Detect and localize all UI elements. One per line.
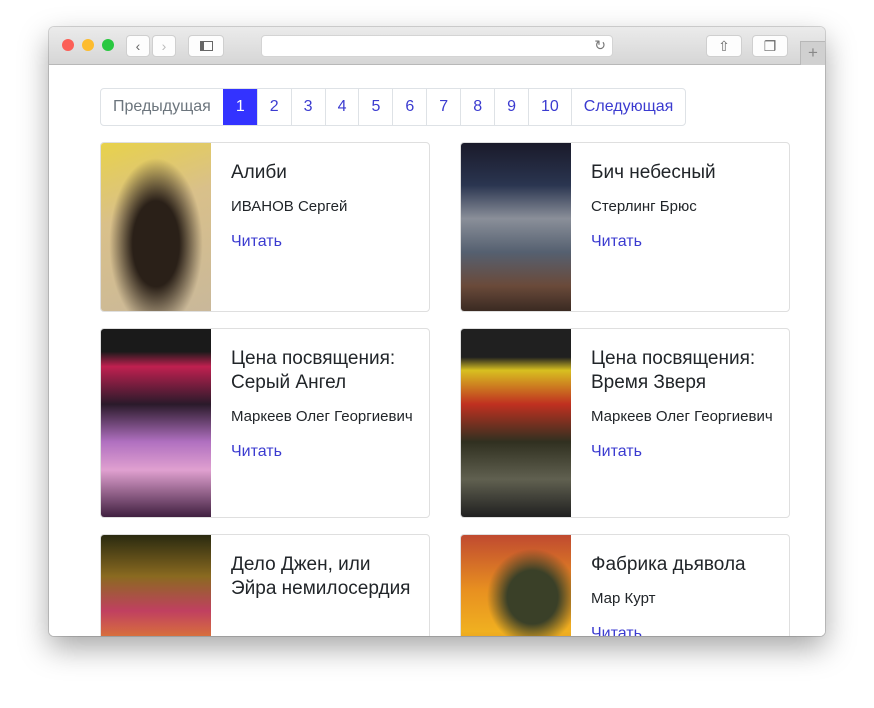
book-title: Дело Джен, или Эйра немилосердия [231, 554, 411, 599]
maximize-button[interactable] [102, 39, 114, 51]
book-title: Цена посвящения: Время Зверя [591, 348, 756, 393]
sidebar-button[interactable] [188, 35, 224, 57]
book-title: Бич небесный [591, 162, 716, 183]
pagination-page-7[interactable]: 7 [426, 89, 460, 125]
pagination-page-4[interactable]: 4 [324, 89, 359, 125]
pagination-page-1[interactable]: 1 [222, 89, 257, 125]
book-cover[interactable] [101, 143, 211, 311]
book-cover[interactable] [461, 329, 571, 517]
read-link[interactable]: Читать [231, 233, 419, 251]
book-title: Алиби [231, 162, 287, 183]
forward-button[interactable]: › [152, 35, 176, 57]
book-author: Маркеев Олег Георгиевич [231, 408, 413, 425]
minimize-button[interactable] [82, 39, 94, 51]
read-link[interactable]: Читать [591, 625, 779, 636]
book-author: Стерлинг Брюс [591, 198, 697, 215]
pagination-page-3[interactable]: 3 [290, 89, 325, 125]
book-title: Фабрика дьявола [591, 554, 746, 575]
pagination-next[interactable]: Следующая [570, 89, 685, 125]
browser-window: ‹ › ↻ ⇧ ❐ + Предыдущая 1 2 3 4 5 6 7 8 9… [49, 27, 825, 636]
page-content: Предыдущая 1 2 3 4 5 6 7 8 9 10 Следующа… [49, 65, 825, 636]
book-card: Цена посвящения: Серый Ангел Маркеев Олег… [100, 328, 430, 518]
chevron-left-icon: ‹ [135, 38, 141, 54]
tabs-button[interactable]: ❐ [752, 35, 788, 57]
back-button[interactable]: ‹ [126, 35, 150, 57]
pagination-page-8[interactable]: 8 [460, 89, 494, 125]
book-card: Дело Джен, или Эйра немилосердия [100, 534, 430, 636]
book-cover[interactable] [101, 329, 211, 517]
new-tab-button[interactable]: + [800, 41, 825, 65]
book-author: Мар Курт [591, 590, 656, 607]
read-link[interactable]: Читать [591, 443, 779, 461]
book-card: Алиби ИВАНОВ Сергей Читать [100, 142, 430, 312]
close-button[interactable] [62, 39, 74, 51]
pagination-page-5[interactable]: 5 [358, 89, 392, 125]
sidebar-icon [199, 41, 213, 51]
book-cover[interactable] [461, 143, 571, 311]
chevron-right-icon: › [161, 38, 167, 54]
pagination-page-2[interactable]: 2 [256, 89, 291, 125]
book-author: ИВАНОВ Сергей [231, 198, 348, 215]
share-button[interactable]: ⇧ [706, 35, 742, 57]
reload-icon[interactable]: ↻ [594, 37, 606, 54]
book-title: Цена посвящения: Серый Ангел [231, 348, 396, 393]
read-link[interactable]: Читать [231, 443, 419, 461]
pagination-prev[interactable]: Предыдущая [101, 89, 223, 125]
book-cover[interactable] [101, 535, 211, 636]
tabs-icon: ❐ [763, 37, 777, 54]
book-author: Маркеев Олег Георгиевич [591, 408, 773, 425]
browser-toolbar: ‹ › ↻ ⇧ ❐ + [49, 27, 825, 65]
pagination-page-6[interactable]: 6 [392, 89, 426, 125]
book-card: Бич небесный Стерлинг Брюс Читать [460, 142, 790, 312]
book-cover[interactable] [461, 535, 571, 636]
book-card: Фабрика дьявола Мар Курт Читать [460, 534, 790, 636]
pagination-page-9[interactable]: 9 [494, 89, 528, 125]
read-link[interactable]: Читать [591, 233, 779, 251]
pagination: Предыдущая 1 2 3 4 5 6 7 8 9 10 Следующа… [100, 88, 687, 126]
book-card: Цена посвящения: Время Зверя Маркеев Олег… [460, 328, 790, 518]
pagination-page-10[interactable]: 10 [528, 89, 571, 125]
share-icon: ⇧ [718, 37, 730, 54]
address-bar[interactable]: ↻ [261, 35, 613, 57]
